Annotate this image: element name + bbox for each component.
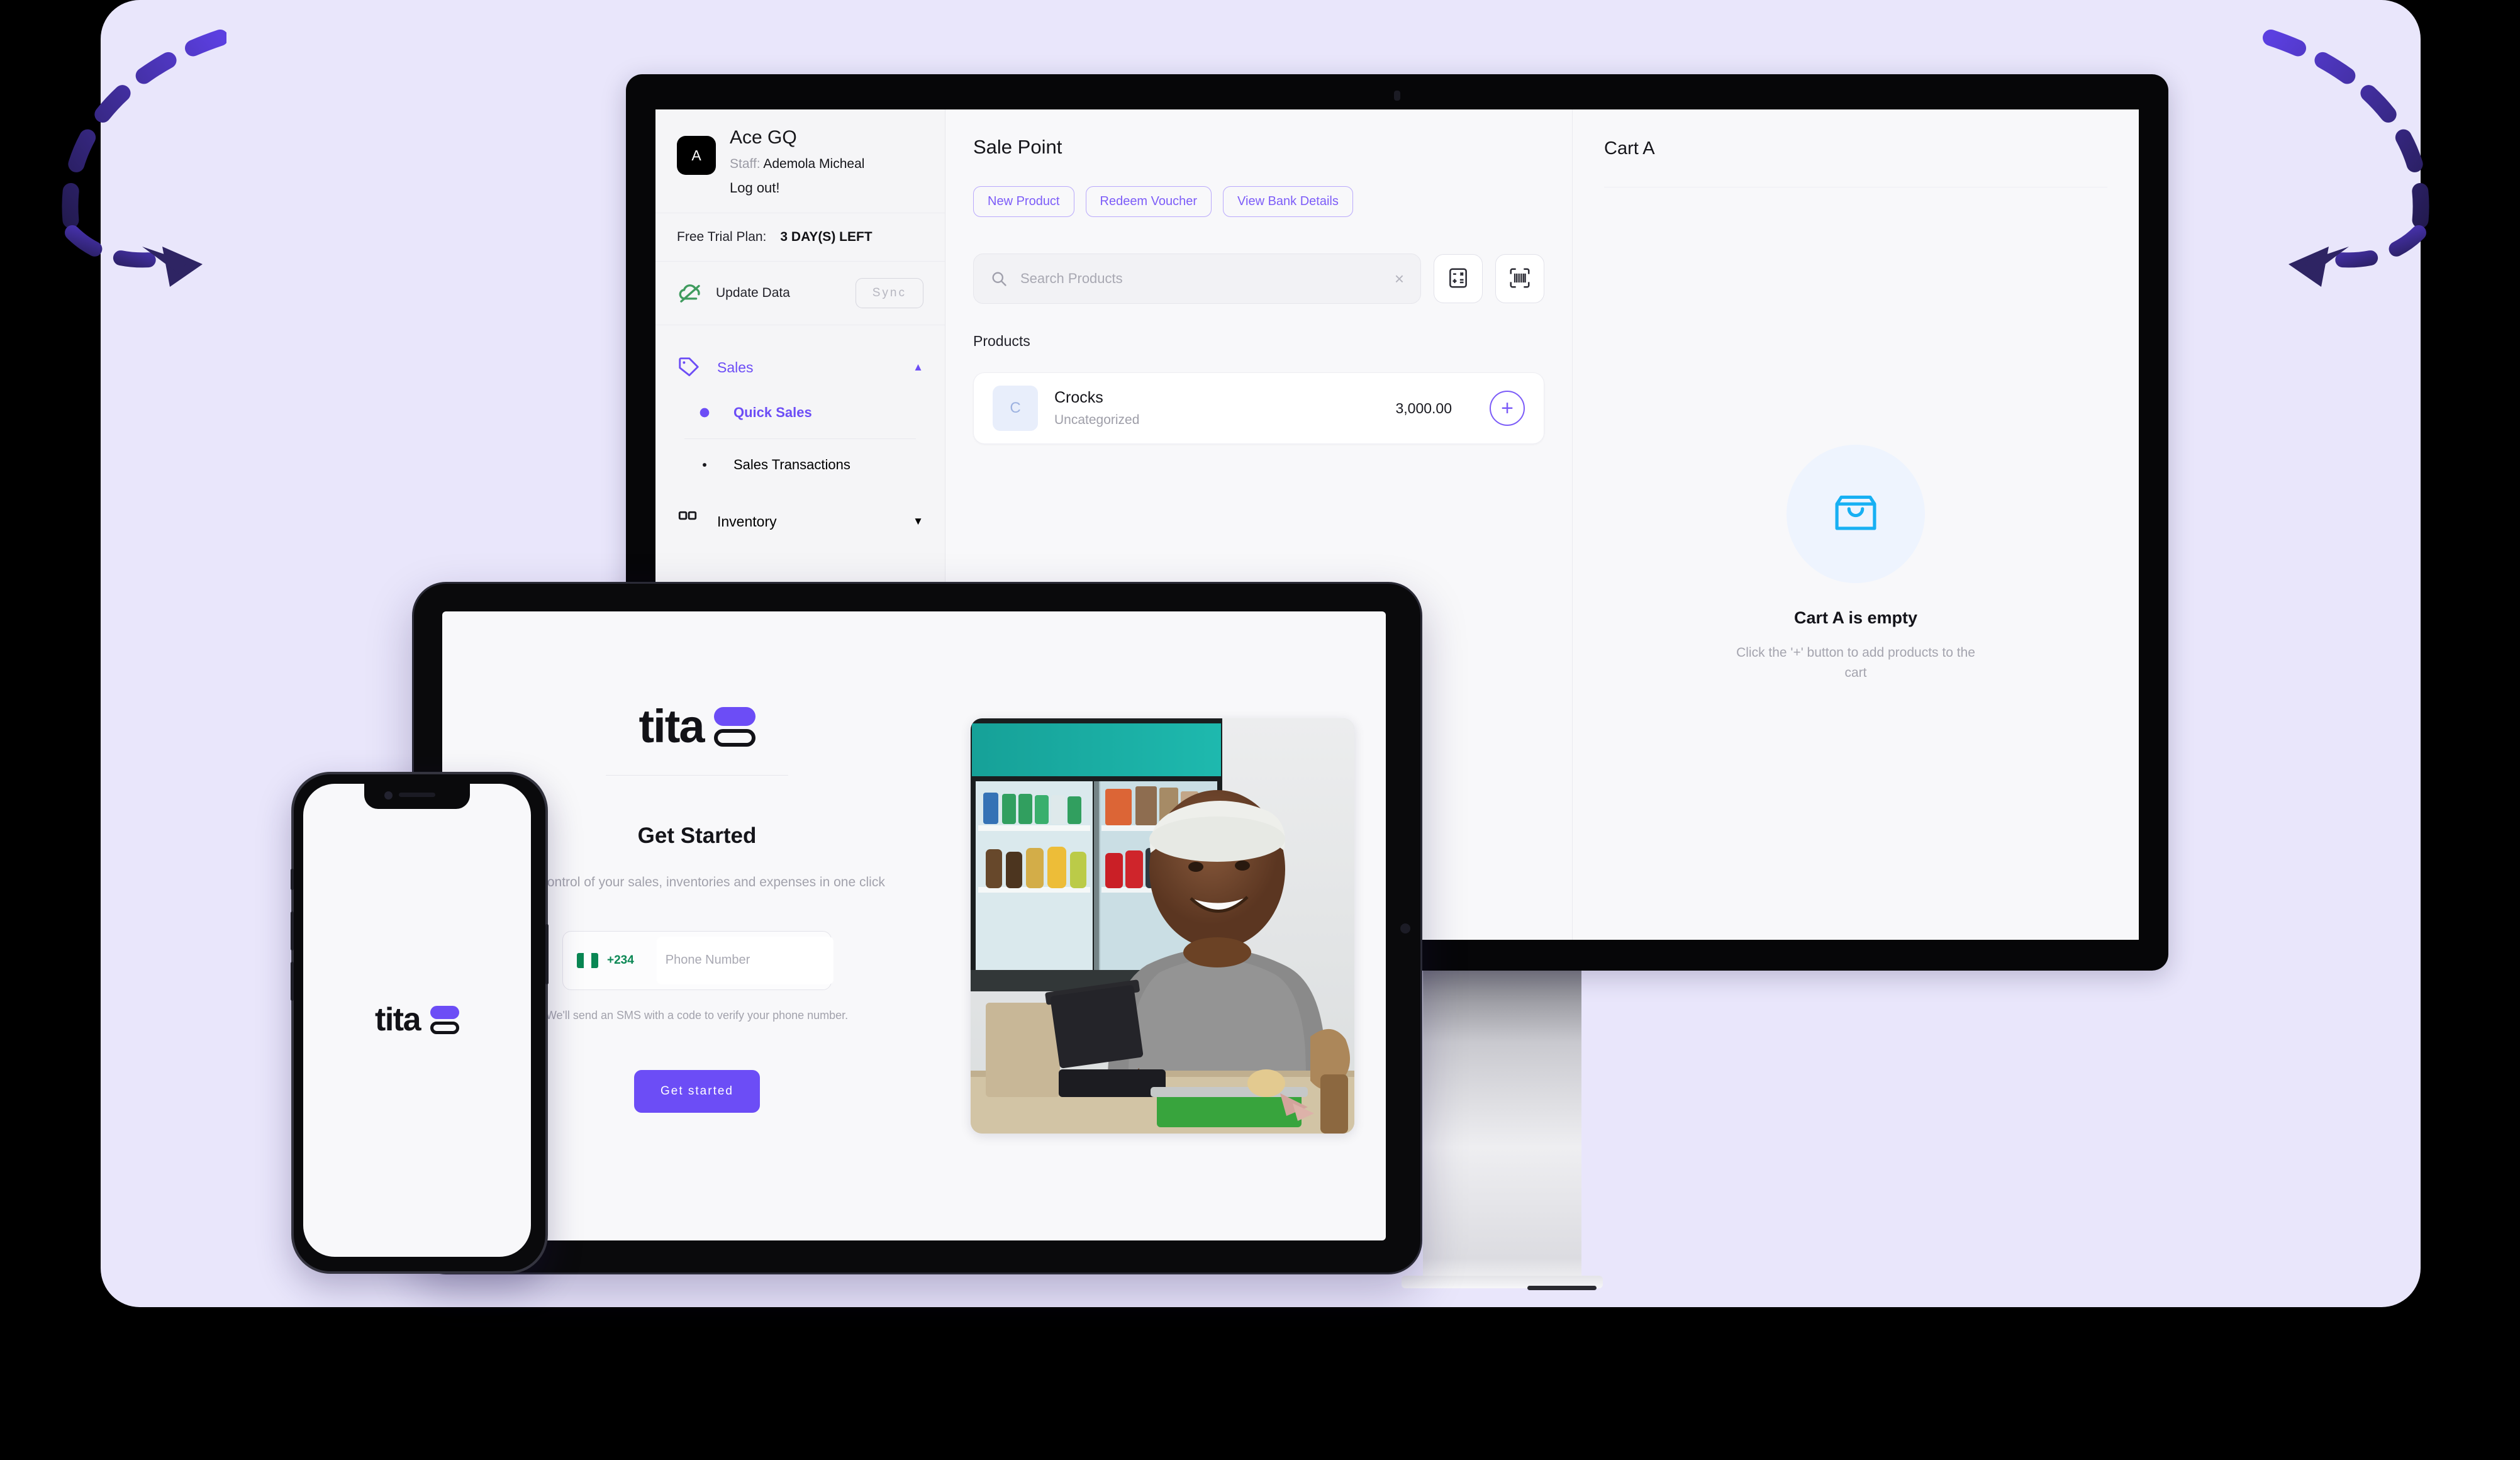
cart-empty-hint: Click the '+' button to add products to … [1736, 645, 1975, 680]
calculator-button[interactable] [1434, 254, 1483, 303]
add-to-cart-button[interactable]: + [1490, 391, 1525, 426]
nigeria-flag-icon [577, 952, 598, 968]
clear-search-icon[interactable]: × [1395, 269, 1404, 289]
trial-days-badge: 3 DAY(S) LEFT [780, 230, 873, 244]
search-box[interactable]: × [973, 254, 1421, 304]
tag-icon [677, 355, 701, 379]
onboarding-illustration-panel [952, 611, 1386, 1240]
monitor-foot-line [1527, 1286, 1597, 1290]
sidebar-item-inventory[interactable]: Inventory ▼ [677, 501, 923, 550]
search-input[interactable] [1019, 270, 1383, 287]
avatar: A [677, 136, 716, 175]
scan-barcode-button[interactable] [1495, 254, 1544, 303]
cart-empty-bubble [1787, 445, 1925, 583]
account-section: A Ace GQ Staff: Ademola Micheal Log out! [655, 109, 945, 213]
page-title: Sale Point [973, 136, 1062, 158]
cloud-off-icon [677, 280, 703, 306]
phone-volume-up-button [291, 911, 294, 950]
product-category: Uncategorized [1054, 413, 1140, 427]
redeem-voucher-button[interactable]: Redeem Voucher [1085, 186, 1212, 217]
phone-silent-switch [291, 869, 294, 890]
barcode-scanner-icon [1508, 266, 1532, 292]
phone-volume-down-button [291, 962, 294, 1001]
shopkeeper-photo [971, 718, 1354, 1134]
tablet-camera-icon [1400, 923, 1410, 933]
trial-plan-label: Free Trial Plan: [677, 230, 767, 244]
cart-empty-state: Cart A is empty Click the '+' button to … [1604, 187, 2107, 940]
sidebar-item-label: Sales Transactions [733, 457, 850, 472]
cart-title: Cart A [1604, 138, 1655, 159]
chevron-down-icon[interactable]: ▼ [913, 515, 923, 528]
sync-section: Update Data Sync [655, 262, 945, 325]
sync-button[interactable]: Sync [855, 278, 923, 308]
tita-logo-mark [430, 1006, 459, 1035]
business-name: Ace GQ [730, 127, 797, 148]
phone-notch [364, 784, 470, 809]
nav-group-inventory: Inventory ▼ [677, 501, 923, 550]
divider [606, 775, 788, 776]
sidebar-item-quick-sales[interactable]: Quick Sales [677, 396, 923, 430]
phone-number-field[interactable]: +234 [562, 930, 833, 990]
sidebar-item-sales[interactable]: Sales ▲ [677, 347, 923, 396]
sms-helper-text: We'll send an SMS with a code to verify … [545, 1008, 849, 1022]
tita-splash-logo: tita [375, 1001, 459, 1039]
get-started-heading: Get Started [637, 823, 757, 849]
calculator-icon [1446, 266, 1470, 292]
bullet-icon [691, 458, 718, 472]
view-bank-details-button[interactable]: View Bank Details [1223, 186, 1353, 217]
sidebar-item-label: Sales [717, 359, 754, 376]
nav-divider [684, 438, 916, 439]
dial-code-label: +234 [607, 953, 634, 967]
tita-wordmark: tita [638, 700, 705, 752]
product-row[interactable]: C Crocks Uncategorized 3,000.00 + [973, 372, 1544, 444]
staff-name: Ademola Micheal [763, 157, 865, 171]
cart-panel: Cart A Cart A is empty Click the '+' but… [1573, 109, 2139, 940]
logout-link[interactable]: Log out! [730, 180, 864, 196]
sidebar-item-sales-transactions[interactable]: Sales Transactions [677, 448, 923, 482]
phone-speaker-icon [399, 793, 435, 797]
nav-group-sales: Sales ▲ Quick Sales Sales Transactions [677, 347, 923, 482]
phone-number-input[interactable] [656, 936, 833, 984]
trial-plan-section: Free Trial Plan: 3 DAY(S) LEFT [655, 213, 945, 262]
shopping-bag-icon [1827, 484, 1885, 545]
staff-label: Staff: [730, 157, 761, 171]
phone-screen: tita [303, 784, 531, 1257]
get-started-subheading: Take control of your sales, inventories … [509, 875, 885, 890]
cart-empty-title: Cart A is empty [1793, 608, 1918, 627]
tita-wordmark: tita [375, 1001, 421, 1039]
phone-camera-icon [384, 791, 393, 800]
tita-logo: tita [638, 700, 755, 752]
staff-line: Staff: Ademola Micheal [730, 157, 864, 172]
product-thumbnail: C [993, 386, 1038, 431]
search-icon [990, 270, 1008, 287]
product-name: Crocks [1054, 389, 1103, 406]
sidebar-item-label: Quick Sales [733, 404, 812, 420]
action-pill-row: New Product Redeem Voucher View Bank Det… [973, 186, 1544, 217]
tita-logo-mark [713, 706, 755, 747]
grid-icon [677, 510, 701, 533]
get-started-button[interactable]: Get started [634, 1069, 760, 1113]
monitor-stand [1423, 957, 1581, 1284]
sidebar-item-label: Inventory [717, 513, 777, 530]
chevron-up-icon[interactable]: ▲ [913, 361, 923, 374]
tablet-device: tita Get Started Take control of your sa… [412, 582, 1422, 1274]
update-data-label: Update Data [716, 286, 790, 300]
bullet-active-icon [691, 406, 718, 420]
tablet-screen: tita Get Started Take control of your sa… [442, 611, 1386, 1240]
monitor-camera-icon [1394, 91, 1400, 101]
products-section-label: Products [973, 333, 1030, 349]
phone-power-button [545, 924, 549, 984]
sidebar-nav: Sales ▲ Quick Sales Sales Transactions I… [655, 325, 945, 552]
product-price: 3,000.00 [1395, 399, 1452, 416]
new-product-button[interactable]: New Product [973, 186, 1074, 217]
search-row: × [973, 254, 1544, 304]
phone-device: tita [291, 772, 549, 1274]
